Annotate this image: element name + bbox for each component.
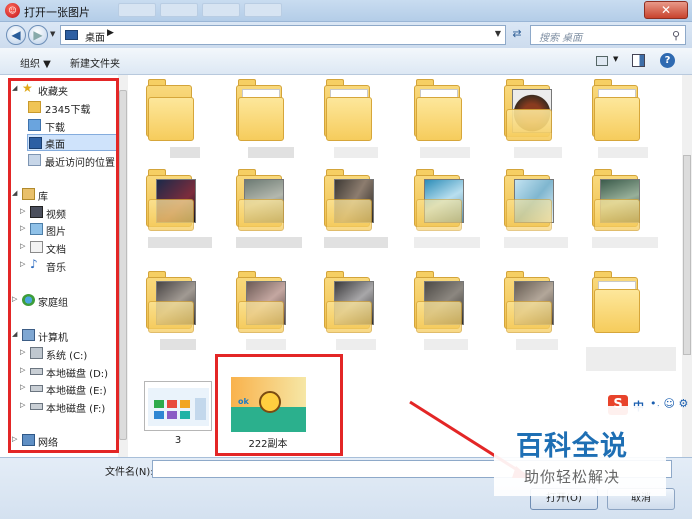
blurred-caption [148, 237, 212, 248]
nav-scroll-thumb[interactable] [119, 90, 127, 440]
blurred-caption [336, 339, 376, 350]
blurred-caption [324, 237, 388, 248]
blurred-caption [514, 147, 562, 158]
blurred-caption [334, 147, 378, 158]
blurred-caption [586, 347, 676, 371]
search-input[interactable]: 搜索 桌面 ⚲ [530, 25, 686, 45]
watermark-title: 百科全说 [516, 431, 628, 462]
chevron-right-icon[interactable]: ▶ [107, 28, 114, 38]
blurred-tab [160, 3, 198, 17]
blurred-caption [246, 339, 286, 350]
blurred-tab [244, 3, 282, 17]
blurred-caption [420, 147, 470, 158]
search-placeholder: 搜索 桌面 [539, 33, 583, 44]
back-button[interactable]: ◀ [6, 25, 26, 45]
desktop-icon [65, 30, 78, 40]
new-folder-button[interactable]: 新建文件夹 [70, 55, 120, 70]
forward-button[interactable]: ▶ [28, 25, 48, 45]
blurred-caption [592, 237, 658, 248]
blurred-tab [202, 3, 240, 17]
title-bar: ☺ 打开一张图片 ✕ [0, 0, 692, 22]
app-logo-icon: ☺ [5, 3, 20, 18]
blurred-caption [504, 237, 568, 248]
window-title: 打开一张图片 [24, 6, 90, 19]
blurred-caption [424, 339, 468, 350]
preview-pane-icon[interactable] [632, 54, 645, 67]
back-arrow-icon: ◀ [11, 28, 21, 42]
close-button[interactable]: ✕ [644, 1, 688, 19]
help-icon[interactable]: ? [660, 53, 675, 68]
blurred-tab [118, 3, 156, 17]
blurred-caption [516, 339, 558, 350]
blurred-caption [248, 147, 294, 158]
blurred-caption [598, 147, 648, 158]
view-icon[interactable] [596, 56, 608, 66]
refresh-icon: ⇄ [512, 27, 522, 40]
file-list-scroll-thumb[interactable] [683, 155, 691, 355]
address-row: ◀ ▶ ▼ 桌面 ▶ ▼ ⇄ 搜索 桌面 ⚲ [0, 22, 692, 48]
blurred-caption [236, 237, 302, 248]
blurred-caption [160, 339, 196, 350]
forward-arrow-icon: ▶ [33, 28, 43, 42]
blurred-caption [414, 237, 480, 248]
nav-scrollbar[interactable] [118, 75, 128, 457]
address-dropdown-icon[interactable]: ▼ [495, 29, 501, 38]
address-bar[interactable]: 桌面 ▶ ▼ [60, 25, 506, 45]
filename-label: 文件名(N): [105, 467, 154, 478]
history-dropdown-icon[interactable]: ▼ [50, 30, 55, 38]
toolbar: 组织 ▼ 新建文件夹 ▼ ? [0, 48, 692, 75]
watermark-logo: 百科全说 助你轻松解决 [494, 406, 666, 496]
watermark-subtitle: 助你轻松解决 [524, 468, 621, 486]
view-dropdown-icon[interactable]: ▼ [613, 55, 618, 63]
refresh-button[interactable]: ⇄ [508, 27, 526, 43]
blurred-caption [170, 147, 200, 158]
highlight-frame-file [215, 354, 343, 456]
file-thumbnail-3[interactable] [144, 381, 212, 431]
organize-button[interactable]: 组织 ▼ [20, 55, 51, 70]
address-location[interactable]: 桌面 [85, 29, 105, 44]
search-icon[interactable]: ⚲ [672, 29, 680, 42]
file-name-3[interactable]: 3 [168, 435, 188, 446]
highlight-frame-navigation [8, 78, 119, 453]
